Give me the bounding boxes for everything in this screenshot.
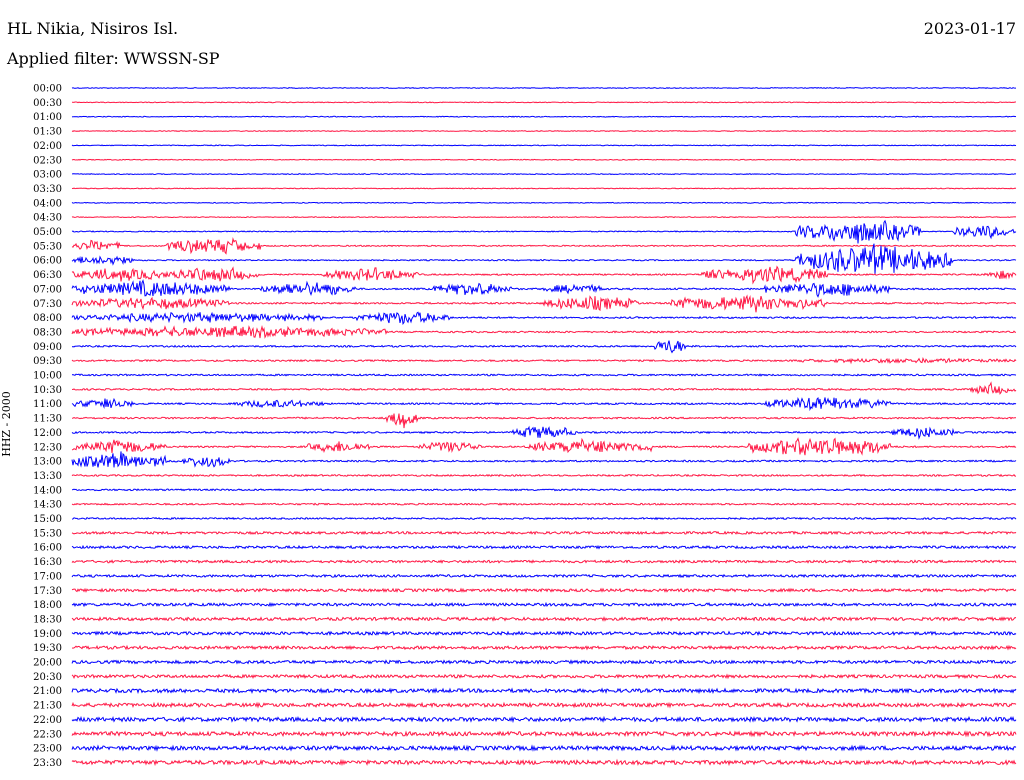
- trace-row: [71, 601, 1017, 608]
- row-time-label: 10:30: [33, 385, 62, 396]
- trace-row: [71, 758, 1017, 767]
- trace-row: [71, 373, 1017, 377]
- row-time-label: 04:30: [33, 213, 62, 224]
- trace-row: [71, 630, 1017, 637]
- trace-row: [71, 502, 1017, 506]
- trace-row: [71, 615, 1017, 622]
- trace-row: [71, 516, 1017, 521]
- trace-row: [71, 559, 1017, 564]
- row-time-label: 02:00: [33, 141, 62, 152]
- row-time-label: 05:30: [33, 241, 62, 252]
- row-time-label: 05:00: [33, 227, 62, 238]
- trace-row: [71, 644, 1017, 651]
- row-time-label: 09:30: [33, 356, 62, 367]
- row-time-label: 15:00: [33, 514, 62, 525]
- row-time-label: 19:30: [33, 643, 62, 654]
- row-time-label: 00:00: [33, 84, 62, 95]
- row-time-label: 17:30: [33, 586, 62, 597]
- row-time-label: 06:00: [33, 256, 62, 267]
- row-time-label: 23:00: [33, 744, 62, 755]
- trace-row: [71, 437, 1017, 456]
- row-time-label: 22:00: [33, 715, 62, 726]
- row-time-label: 07:30: [33, 299, 62, 310]
- row-time-label: 15:30: [33, 528, 62, 539]
- row-time-label: 08:00: [33, 313, 62, 324]
- trace-row: [71, 325, 1016, 339]
- row-time-label: 11:30: [33, 414, 62, 425]
- trace-row: [71, 279, 1017, 298]
- row-time-label: 12:30: [33, 442, 62, 453]
- row-time-label: 16:00: [33, 543, 62, 554]
- row-time-label: 18:30: [33, 614, 62, 625]
- trace-row: [71, 744, 1017, 752]
- row-time-label: 16:30: [33, 557, 62, 568]
- row-time-label: 19:00: [33, 629, 62, 640]
- trace-row: [71, 294, 1017, 313]
- row-time-label: 14:30: [33, 500, 62, 511]
- row-time-label: 20:00: [33, 658, 62, 669]
- trace-row: [71, 573, 1017, 579]
- row-time-label: 22:30: [33, 729, 62, 740]
- row-time-label: 08:30: [33, 327, 62, 338]
- row-time-label: 12:00: [33, 428, 62, 439]
- trace-row: [71, 687, 1017, 695]
- row-time-label: 13:00: [33, 457, 62, 468]
- trace-row: [71, 201, 1017, 204]
- trace-row: [71, 311, 1017, 325]
- row-time-label: 14:00: [33, 485, 62, 496]
- row-time-label: 06:30: [33, 270, 62, 281]
- trace-row: [71, 530, 1017, 536]
- trace-row: [71, 115, 1017, 118]
- row-time-label: 11:00: [33, 399, 62, 410]
- row-time-label: 09:00: [33, 342, 62, 353]
- trace-row: [71, 673, 1017, 680]
- row-time-label: 13:30: [33, 471, 62, 482]
- row-time-label: 01:30: [33, 127, 62, 138]
- trace-row: [71, 397, 1017, 412]
- trace-row: [71, 451, 1017, 468]
- row-time-label: 04:00: [33, 198, 62, 209]
- trace-row: [71, 701, 1017, 709]
- row-time-label: 21:00: [33, 686, 62, 697]
- row-time-label: 23:30: [33, 758, 62, 769]
- trace-row: [71, 730, 1017, 738]
- row-time-label: 02:30: [33, 155, 62, 166]
- trace-row: [71, 130, 1017, 133]
- trace-row: [71, 381, 1017, 395]
- helicorder-plot: 00:00 00:30 01:00 01:30 02:00 02:30 03:00 03:30…: [33, 84, 1017, 769]
- trace-row: [71, 544, 1017, 550]
- trace-row: [71, 659, 1017, 665]
- trace-row: [71, 187, 1017, 190]
- trace-row: [71, 473, 1016, 478]
- trace-row: [71, 101, 1016, 104]
- row-time-label: 00:30: [33, 98, 62, 109]
- row-time-label: 03:30: [33, 184, 62, 195]
- trace-row: [72, 173, 1017, 176]
- row-time-label: 20:30: [33, 672, 62, 683]
- trace-row: [71, 144, 1017, 147]
- trace-row: [71, 216, 1017, 219]
- trace-row: [71, 413, 1016, 429]
- trace-row: [71, 715, 1017, 724]
- trace-row: [71, 219, 1017, 244]
- trace-row: [71, 243, 1017, 275]
- trace-row: [71, 425, 1017, 440]
- trace-row: [71, 340, 1017, 354]
- trace-row: [71, 158, 1017, 161]
- row-time-label: 10:00: [33, 371, 62, 382]
- trace-row: [71, 488, 1016, 492]
- row-time-label: 01:00: [33, 112, 62, 123]
- trace-row: [71, 357, 1017, 365]
- row-time-label: 07:00: [33, 284, 62, 295]
- row-time-label: 03:00: [33, 170, 62, 181]
- row-time-label: 17:00: [33, 571, 62, 582]
- trace-row: [71, 587, 1017, 593]
- row-time-label: 18:00: [33, 600, 62, 611]
- row-time-label: 21:30: [33, 701, 62, 712]
- trace-row: [71, 86, 1016, 90]
